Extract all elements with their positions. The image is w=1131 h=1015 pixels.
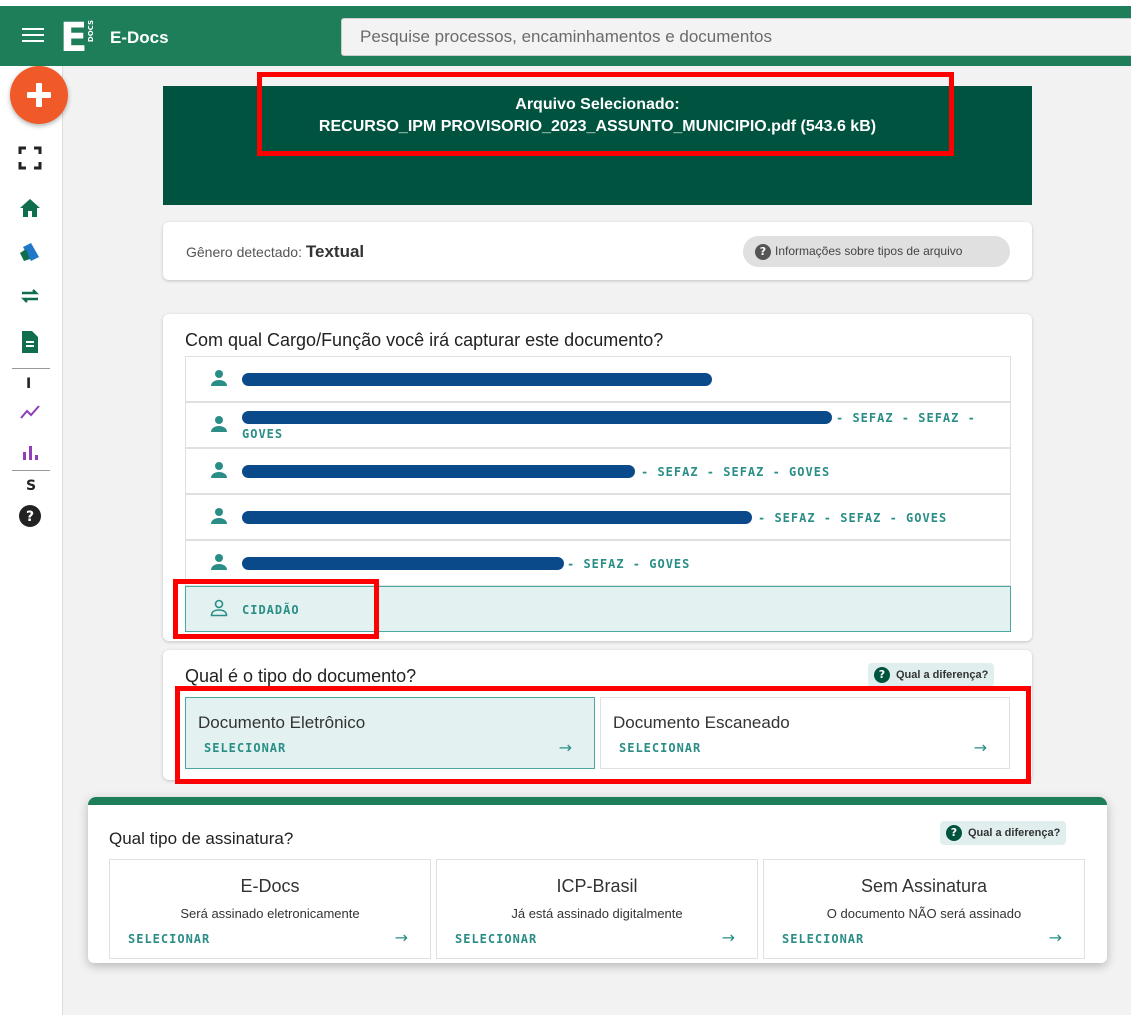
redacted-name	[242, 511, 752, 524]
person-icon	[211, 416, 227, 432]
arrow-right-icon: →	[394, 928, 408, 947]
redacted-name	[242, 373, 712, 386]
option-description: Será assinado eletronicamente	[180, 906, 360, 921]
doc-type-difference-button[interactable]: ? Qual a diferença?	[868, 663, 995, 687]
sidebar: I S ?	[0, 66, 68, 1015]
option-description: Já está assinado digitalmente	[511, 906, 683, 921]
role-suffix: - SEFAZ - SEFAZ -	[836, 411, 976, 425]
role-suffix: - SEFAZ - SEFAZ - GOVES	[641, 465, 831, 479]
top-bar: E DOCS E-Docs	[0, 0, 1131, 66]
option-description: O documento NÃO será assinado	[826, 906, 1022, 921]
help-icon: ?	[946, 825, 962, 841]
help-icon[interactable]: ?	[16, 502, 44, 530]
genre-label: Gênero detectado: Textual	[186, 242, 365, 261]
signature-option-none[interactable]: Sem Assinatura O documento NÃO será assi…	[763, 859, 1085, 959]
signature-question: Qual tipo de assinatura?	[109, 829, 294, 848]
arrow-right-icon: →	[721, 928, 735, 947]
role-option[interactable]: - SEFAZ - SEFAZ - GOVES	[185, 494, 1011, 540]
document-type-question: Qual é o tipo do documento?	[185, 666, 417, 686]
file-types-info-button[interactable]: ? Informações sobre tipos de arquivo	[743, 236, 1010, 267]
fullscreen-icon[interactable]	[16, 144, 44, 172]
signature-option-edocs[interactable]: E-Docs Será assinado eletronicamente SEL…	[109, 859, 431, 959]
help-icon: ?	[874, 667, 890, 683]
document-icon[interactable]	[16, 328, 44, 356]
genre-card: Gênero detectado: Textual ? Informações …	[163, 222, 1032, 280]
menu-icon[interactable]	[22, 24, 44, 46]
signature-type-panel: Qual tipo de assinatura? ? Qual a difere…	[88, 797, 1107, 963]
person-icon	[211, 508, 227, 524]
home-icon[interactable]	[16, 194, 44, 222]
search-input[interactable]	[341, 18, 1131, 56]
help-icon: ?	[755, 244, 771, 260]
signature-difference-button[interactable]: ? Qual a diferença?	[940, 821, 1067, 845]
person-icon	[211, 462, 227, 478]
trend-icon[interactable]	[16, 398, 44, 426]
person-icon	[211, 554, 227, 570]
role-option[interactable]: - SEFAZ - SEFAZ - GOVES	[185, 402, 1011, 448]
redacted-name	[242, 411, 832, 424]
role-option[interactable]	[185, 356, 1011, 402]
app-title: E-Docs	[110, 28, 169, 47]
arrow-right-icon: →	[1048, 928, 1062, 947]
swap-icon[interactable]	[16, 282, 44, 310]
signature-option-icp-brasil[interactable]: ICP-Brasil Já está assinado digitalmente…	[436, 859, 758, 959]
section-letter-s: S	[26, 478, 37, 494]
option-title: E-Docs	[240, 876, 300, 896]
highlight-box-cidadao	[173, 579, 379, 639]
option-title: ICP-Brasil	[556, 876, 638, 896]
bar-chart-icon[interactable]	[16, 438, 44, 466]
tags-icon[interactable]	[16, 238, 44, 266]
redacted-name	[242, 465, 635, 478]
genre-value: Textual	[305, 242, 365, 261]
svg-text:?: ?	[26, 509, 34, 525]
role-suffix: - SEFAZ - SEFAZ - GOVES	[758, 511, 948, 525]
person-icon	[211, 370, 227, 386]
highlight-box-file	[257, 72, 954, 156]
select-action: SELECIONAR	[128, 932, 211, 946]
redacted-name	[242, 557, 564, 570]
app-logo[interactable]: E DOCS	[60, 18, 98, 58]
role-option[interactable]: - SEFAZ - SEFAZ - GOVES	[185, 448, 1011, 494]
role-suffix: - SEFAZ - GOVES	[567, 557, 691, 571]
add-button[interactable]	[10, 66, 68, 124]
highlight-box-doc-type	[175, 686, 1031, 784]
section-letter-i: I	[26, 376, 32, 392]
select-action: SELECIONAR	[782, 932, 865, 946]
role-suffix-line2: GOVES	[242, 427, 284, 441]
role-question: Com qual Cargo/Função você irá capturar …	[185, 330, 664, 350]
select-action: SELECIONAR	[455, 932, 538, 946]
option-title: Sem Assinatura	[860, 876, 988, 896]
